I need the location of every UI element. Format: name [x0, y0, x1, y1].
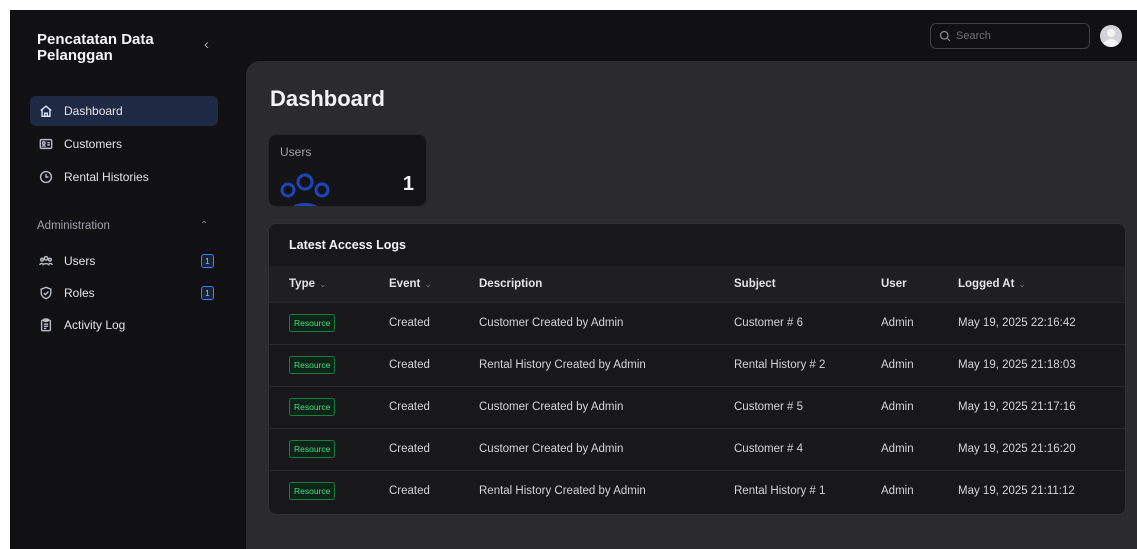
column-header-type[interactable]: Type ⌄: [269, 266, 389, 302]
main-content: Dashboard Users 1 Latest Access Logs Typ…: [246, 61, 1137, 549]
user-cell: Admin: [881, 485, 914, 498]
app-window: Pencatatan Data Pelanggan ‹ Dashboard Cu…: [10, 10, 1137, 549]
table-row[interactable]: Resource Created Customer Created by Adm…: [269, 428, 1125, 470]
column-header-logged-at[interactable]: Logged At ⌄: [958, 266, 1125, 302]
event-cell: Created: [389, 317, 430, 329]
type-badge: Resource: [289, 440, 336, 458]
subject-cell: Rental History # 1: [734, 485, 826, 498]
brand-title: Pencatatan Data Pelanggan: [37, 31, 154, 64]
sidebar-item-label: Roles: [64, 286, 95, 300]
id-card-icon: [38, 136, 54, 152]
sidebar-item-label: Dashboard: [64, 104, 123, 118]
table-header-row: Type ⌄ Event ⌄ Description Subject User Lo…: [269, 266, 1125, 302]
column-header-subject: Subject: [734, 277, 776, 290]
logged-at-cell: May 19, 2025 21:11:12: [958, 485, 1075, 498]
sidebar-item-rental-histories[interactable]: Rental Histories: [30, 162, 218, 192]
logged-at-cell: May 19, 2025 22:16:42: [958, 317, 1076, 329]
sidebar-item-label: Activity Log: [64, 318, 126, 332]
sidebar-item-users[interactable]: Users 1: [30, 246, 218, 276]
logged-at-cell: May 19, 2025 21:17:16: [958, 401, 1076, 413]
event-cell: Created: [389, 359, 430, 371]
chevron-down-icon: ⌄: [424, 278, 432, 289]
user-cell: Admin: [881, 317, 914, 329]
subject-cell: Customer # 4: [734, 443, 804, 455]
logged-at-cell: May 19, 2025 21:16:20: [958, 443, 1076, 455]
description-cell: Rental History Created by Admin: [479, 485, 646, 498]
search-placeholder: Search: [956, 30, 991, 42]
type-badge: Resource: [289, 482, 336, 501]
chevron-down-icon: ⌄: [319, 278, 327, 289]
sidebar-item-customers[interactable]: Customers: [30, 129, 218, 159]
search-input[interactable]: Search: [930, 23, 1090, 49]
chevron-left-icon[interactable]: ‹: [204, 37, 216, 52]
chevron-down-icon: ⌄: [1018, 278, 1026, 289]
home-icon: [38, 103, 54, 119]
description-cell: Customer Created by Admin: [479, 317, 624, 329]
user-cell: Admin: [881, 443, 914, 455]
nav-group-administration[interactable]: Administration: [37, 220, 110, 232]
users-icon: [38, 253, 54, 269]
stat-value: 1: [402, 173, 414, 195]
subject-cell: Customer # 6: [734, 317, 804, 329]
page-title: Dashboard: [270, 86, 385, 111]
chevron-up-icon[interactable]: ⌃: [200, 220, 208, 231]
users-icon: [277, 168, 333, 206]
column-header-event[interactable]: Event ⌄: [389, 266, 479, 302]
column-header-description: Description: [479, 277, 543, 290]
sidebar: Pencatatan Data Pelanggan ‹ Dashboard Cu…: [10, 10, 236, 549]
sidebar-item-activity-log[interactable]: Activity Log: [30, 310, 218, 340]
event-cell: Created: [389, 401, 430, 413]
latest-access-logs: Latest Access Logs Type ⌄ Event ⌄ Descript…: [268, 223, 1126, 515]
shield-check-icon: [38, 285, 54, 301]
section-title: Latest Access Logs: [289, 238, 406, 252]
user-cell: Admin: [881, 401, 914, 413]
count-badge: 1: [201, 286, 214, 300]
type-badge: Resource: [289, 398, 336, 416]
event-cell: Created: [389, 485, 430, 498]
clipboard-icon: [38, 317, 54, 333]
column-header-user: User: [881, 277, 907, 290]
description-cell: Customer Created by Admin: [479, 401, 624, 413]
type-badge: Resource: [289, 356, 336, 374]
table-row[interactable]: Resource Created Rental History Created …: [269, 344, 1125, 386]
description-cell: Customer Created by Admin: [479, 443, 624, 455]
search-icon: [939, 30, 951, 42]
sidebar-item-label: Rental Histories: [64, 170, 149, 184]
avatar[interactable]: [1100, 25, 1122, 47]
sidebar-item-roles[interactable]: Roles 1: [30, 278, 218, 308]
table-row[interactable]: Resource Created Customer Created by Adm…: [269, 386, 1125, 428]
stat-card-users: Users 1: [268, 134, 427, 207]
sidebar-item-label: Customers: [64, 137, 123, 151]
logged-at-cell: May 19, 2025 21:18:03: [958, 359, 1076, 371]
type-badge: Resource: [289, 314, 336, 332]
logs-table: Type ⌄ Event ⌄ Description Subject User Lo…: [269, 266, 1125, 512]
description-cell: Rental History Created by Admin: [479, 359, 646, 371]
user-cell: Admin: [881, 359, 914, 371]
sidebar-item-label: Users: [64, 254, 96, 268]
table-row[interactable]: Resource Created Rental History Created …: [269, 470, 1125, 512]
subject-cell: Customer # 5: [734, 401, 804, 413]
count-badge: 1: [201, 254, 214, 268]
clock-icon: [38, 169, 54, 185]
sidebar-item-dashboard[interactable]: Dashboard: [30, 96, 218, 126]
stat-label: Users: [280, 145, 312, 159]
event-cell: Created: [389, 443, 430, 455]
table-row[interactable]: Resource Created Customer Created by Adm…: [269, 302, 1125, 344]
subject-cell: Rental History # 2: [734, 359, 826, 371]
